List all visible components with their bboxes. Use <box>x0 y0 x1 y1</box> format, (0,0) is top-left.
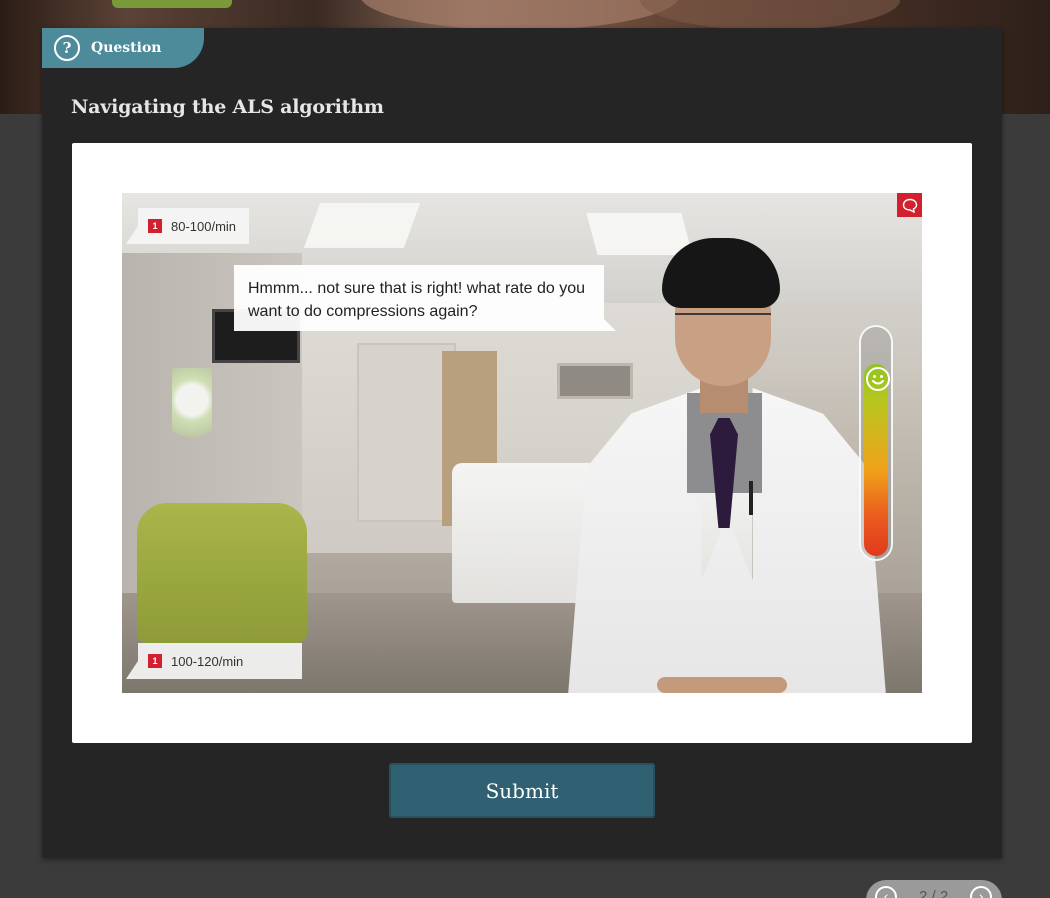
choice-100-120[interactable]: 1 100-120/min <box>126 643 302 679</box>
submit-button[interactable]: Submit <box>389 763 655 818</box>
question-tab-label: Question <box>91 40 162 56</box>
choice-key-badge: 1 <box>148 654 162 668</box>
scenario-scene: 1 80-100/min Hmmm... not sure that is ri… <box>122 193 922 693</box>
chevron-right-icon[interactable]: › <box>970 886 993 898</box>
question-title: Navigating the ALS algorithm <box>71 96 384 118</box>
scenario-panel: 1 80-100/min Hmmm... not sure that is ri… <box>72 143 972 743</box>
green-chair <box>137 503 307 643</box>
choice-key-badge: 1 <box>148 219 162 233</box>
speech-text: Hmmm... not sure that is right! what rat… <box>248 280 586 320</box>
mood-meter-fill <box>864 364 888 556</box>
page: ? Question Navigating the ALS algorithm <box>0 0 1050 898</box>
plant <box>172 368 212 448</box>
speech-bubble-icon[interactable] <box>897 193 922 217</box>
choice-80-100[interactable]: 1 80-100/min <box>126 208 249 244</box>
choice-label: 80-100/min <box>171 218 237 234</box>
mood-meter <box>859 325 893 561</box>
page-counter: 2 / 2 <box>919 888 949 898</box>
smiley-face-icon <box>865 366 891 392</box>
pager: ‹ 2 / 2 › <box>866 880 1002 898</box>
speech-bubble: Hmmm... not sure that is right! what rat… <box>234 265 616 331</box>
logo <box>112 0 232 8</box>
choice-label: 100-120/min <box>171 653 244 669</box>
question-circle-icon: ? <box>54 35 80 61</box>
question-tab: ? Question <box>42 28 204 68</box>
question-card: ? Question Navigating the ALS algorithm <box>42 28 1002 858</box>
chevron-left-icon[interactable]: ‹ <box>875 886 897 898</box>
